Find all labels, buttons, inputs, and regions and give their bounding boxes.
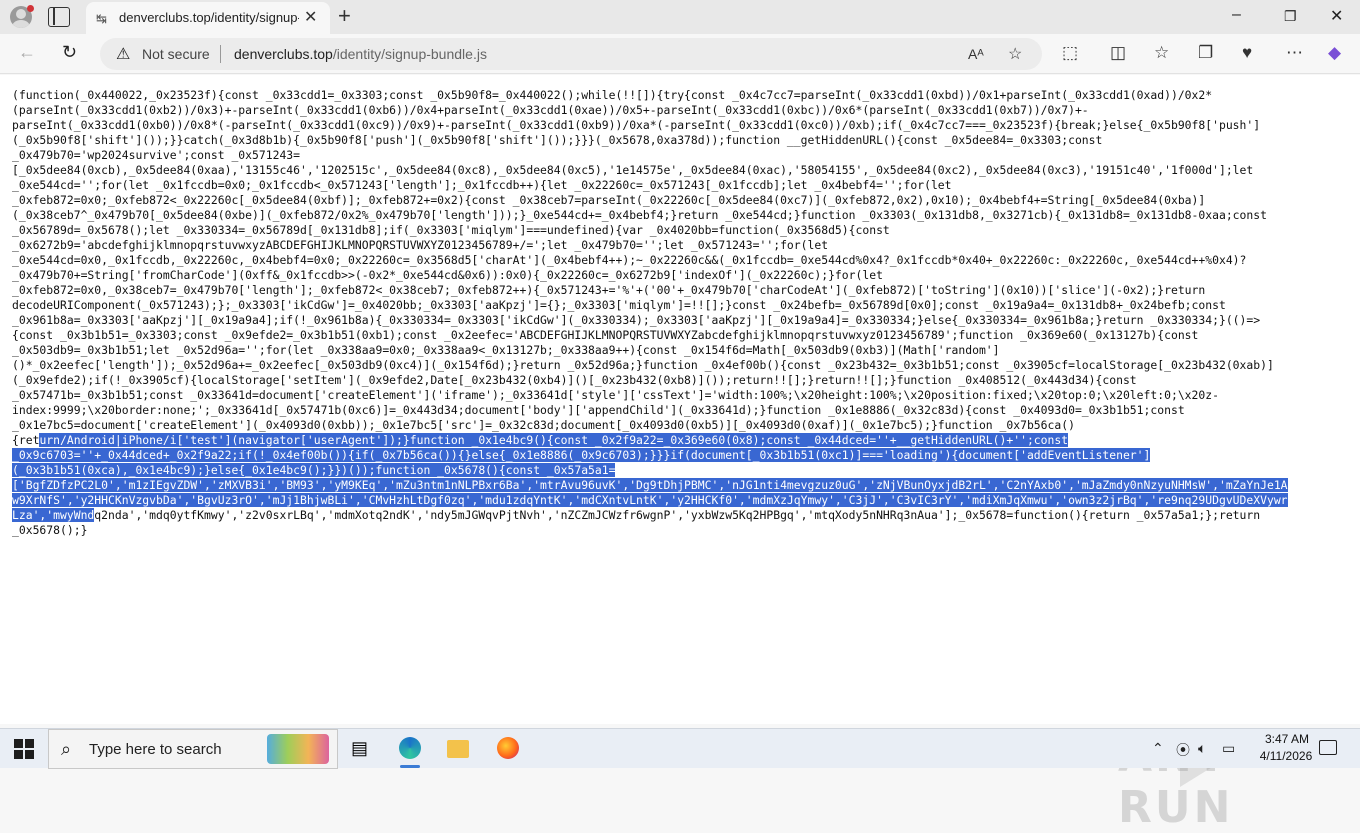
tab-active[interactable]: ↹ denverclubs.top/identity/signup-bundle… [86, 2, 330, 34]
taskbar: ⌕ Type here to search ▤ ⌃ ⦿ 🔈︎ ▭ 3:47 AM… [0, 728, 1360, 769]
collections-icon[interactable]: ❐ [1198, 43, 1213, 63]
split-screen-icon[interactable]: ◫ [1110, 43, 1126, 63]
divider [220, 45, 221, 63]
search-highlight-image [267, 734, 329, 764]
folder-icon [447, 740, 469, 758]
new-tab-icon[interactable]: + [338, 3, 351, 29]
url-text[interactable]: denverclubs.top/identity/signup-bundle.j… [234, 46, 487, 62]
close-window-icon[interactable]: ✕ [1330, 6, 1343, 26]
profile-notification-dot [27, 5, 34, 12]
show-hidden-icons-icon[interactable]: ⌃ [1152, 740, 1164, 757]
address-bar[interactable]: ⚠ Not secure denverclubs.top/identity/si… [100, 38, 1042, 70]
search-placeholder: Type here to search [89, 741, 222, 758]
windows-start-icon[interactable] [14, 739, 34, 759]
back-icon[interactable]: ← [18, 42, 36, 63]
taskbar-edge[interactable] [388, 729, 432, 769]
tab-strip: ↹ denverclubs.top/identity/signup-bundle… [0, 0, 1360, 34]
notifications-icon[interactable] [1319, 740, 1337, 755]
copilot-icon[interactable]: ◆ [1328, 43, 1341, 63]
extensions-icon[interactable]: ⬚ [1062, 43, 1078, 63]
favorites-icon[interactable]: ☆ [1154, 43, 1169, 63]
clock-time[interactable]: 3:47 AM [1252, 732, 1322, 746]
warning-icon[interactable]: ⚠ [116, 44, 130, 64]
url-path: /identity/signup-bundle.js [332, 46, 487, 62]
tab-title: denverclubs.top/identity/signup-bundle.j… [119, 10, 299, 25]
clock-date[interactable]: 4/11/2026 [1248, 749, 1324, 763]
url-host: denverclubs.top [234, 46, 333, 62]
code-text-end: q2nda','mdq0ytfKmwy','z2v0sxrLBq','mdmXo… [12, 508, 1261, 537]
navigation-bar: ← ↻ ⚠ Not secure denverclubs.top/identit… [0, 34, 1360, 74]
battery-icon[interactable]: ▭ [1222, 740, 1235, 757]
edge-icon [399, 737, 421, 759]
taskbar-search[interactable]: ⌕ Type here to search [48, 729, 338, 769]
security-label[interactable]: Not secure [142, 46, 210, 62]
more-options-icon[interactable]: ⋯ [1286, 43, 1303, 63]
page-content: (function(_0x440022,_0x23523f){const _0x… [0, 75, 1360, 833]
restore-icon[interactable]: ❐ [1284, 8, 1297, 25]
firefox-icon [497, 737, 519, 759]
task-view-button[interactable]: ▤ [340, 729, 384, 769]
javascript-source: (function(_0x440022,_0x23523f){const _0x… [12, 88, 1352, 538]
network-icon[interactable]: ⦿ [1176, 740, 1190, 760]
read-aloud-icon[interactable]: Aᴬ [968, 46, 984, 62]
tab-actions-icon[interactable] [48, 7, 70, 27]
search-icon: ⌕ [61, 739, 72, 759]
taskbar-firefox[interactable] [486, 729, 530, 769]
task-view-icon: ▤ [351, 738, 369, 758]
minimize-icon[interactable]: – [1232, 6, 1241, 24]
speaker-icon[interactable]: 🔈︎ [1198, 740, 1206, 757]
document-favicon-icon: ↹ [96, 11, 107, 26]
reload-icon[interactable]: ↻ [62, 42, 77, 63]
code-text: (function(_0x440022,_0x23523f){const _0x… [12, 88, 1274, 447]
browser-essentials-icon[interactable]: ♥ [1242, 43, 1252, 63]
favorite-star-icon[interactable]: ☆ [1008, 44, 1022, 64]
taskbar-file-explorer[interactable] [436, 729, 480, 769]
tab-close-icon[interactable]: ✕ [304, 7, 317, 27]
